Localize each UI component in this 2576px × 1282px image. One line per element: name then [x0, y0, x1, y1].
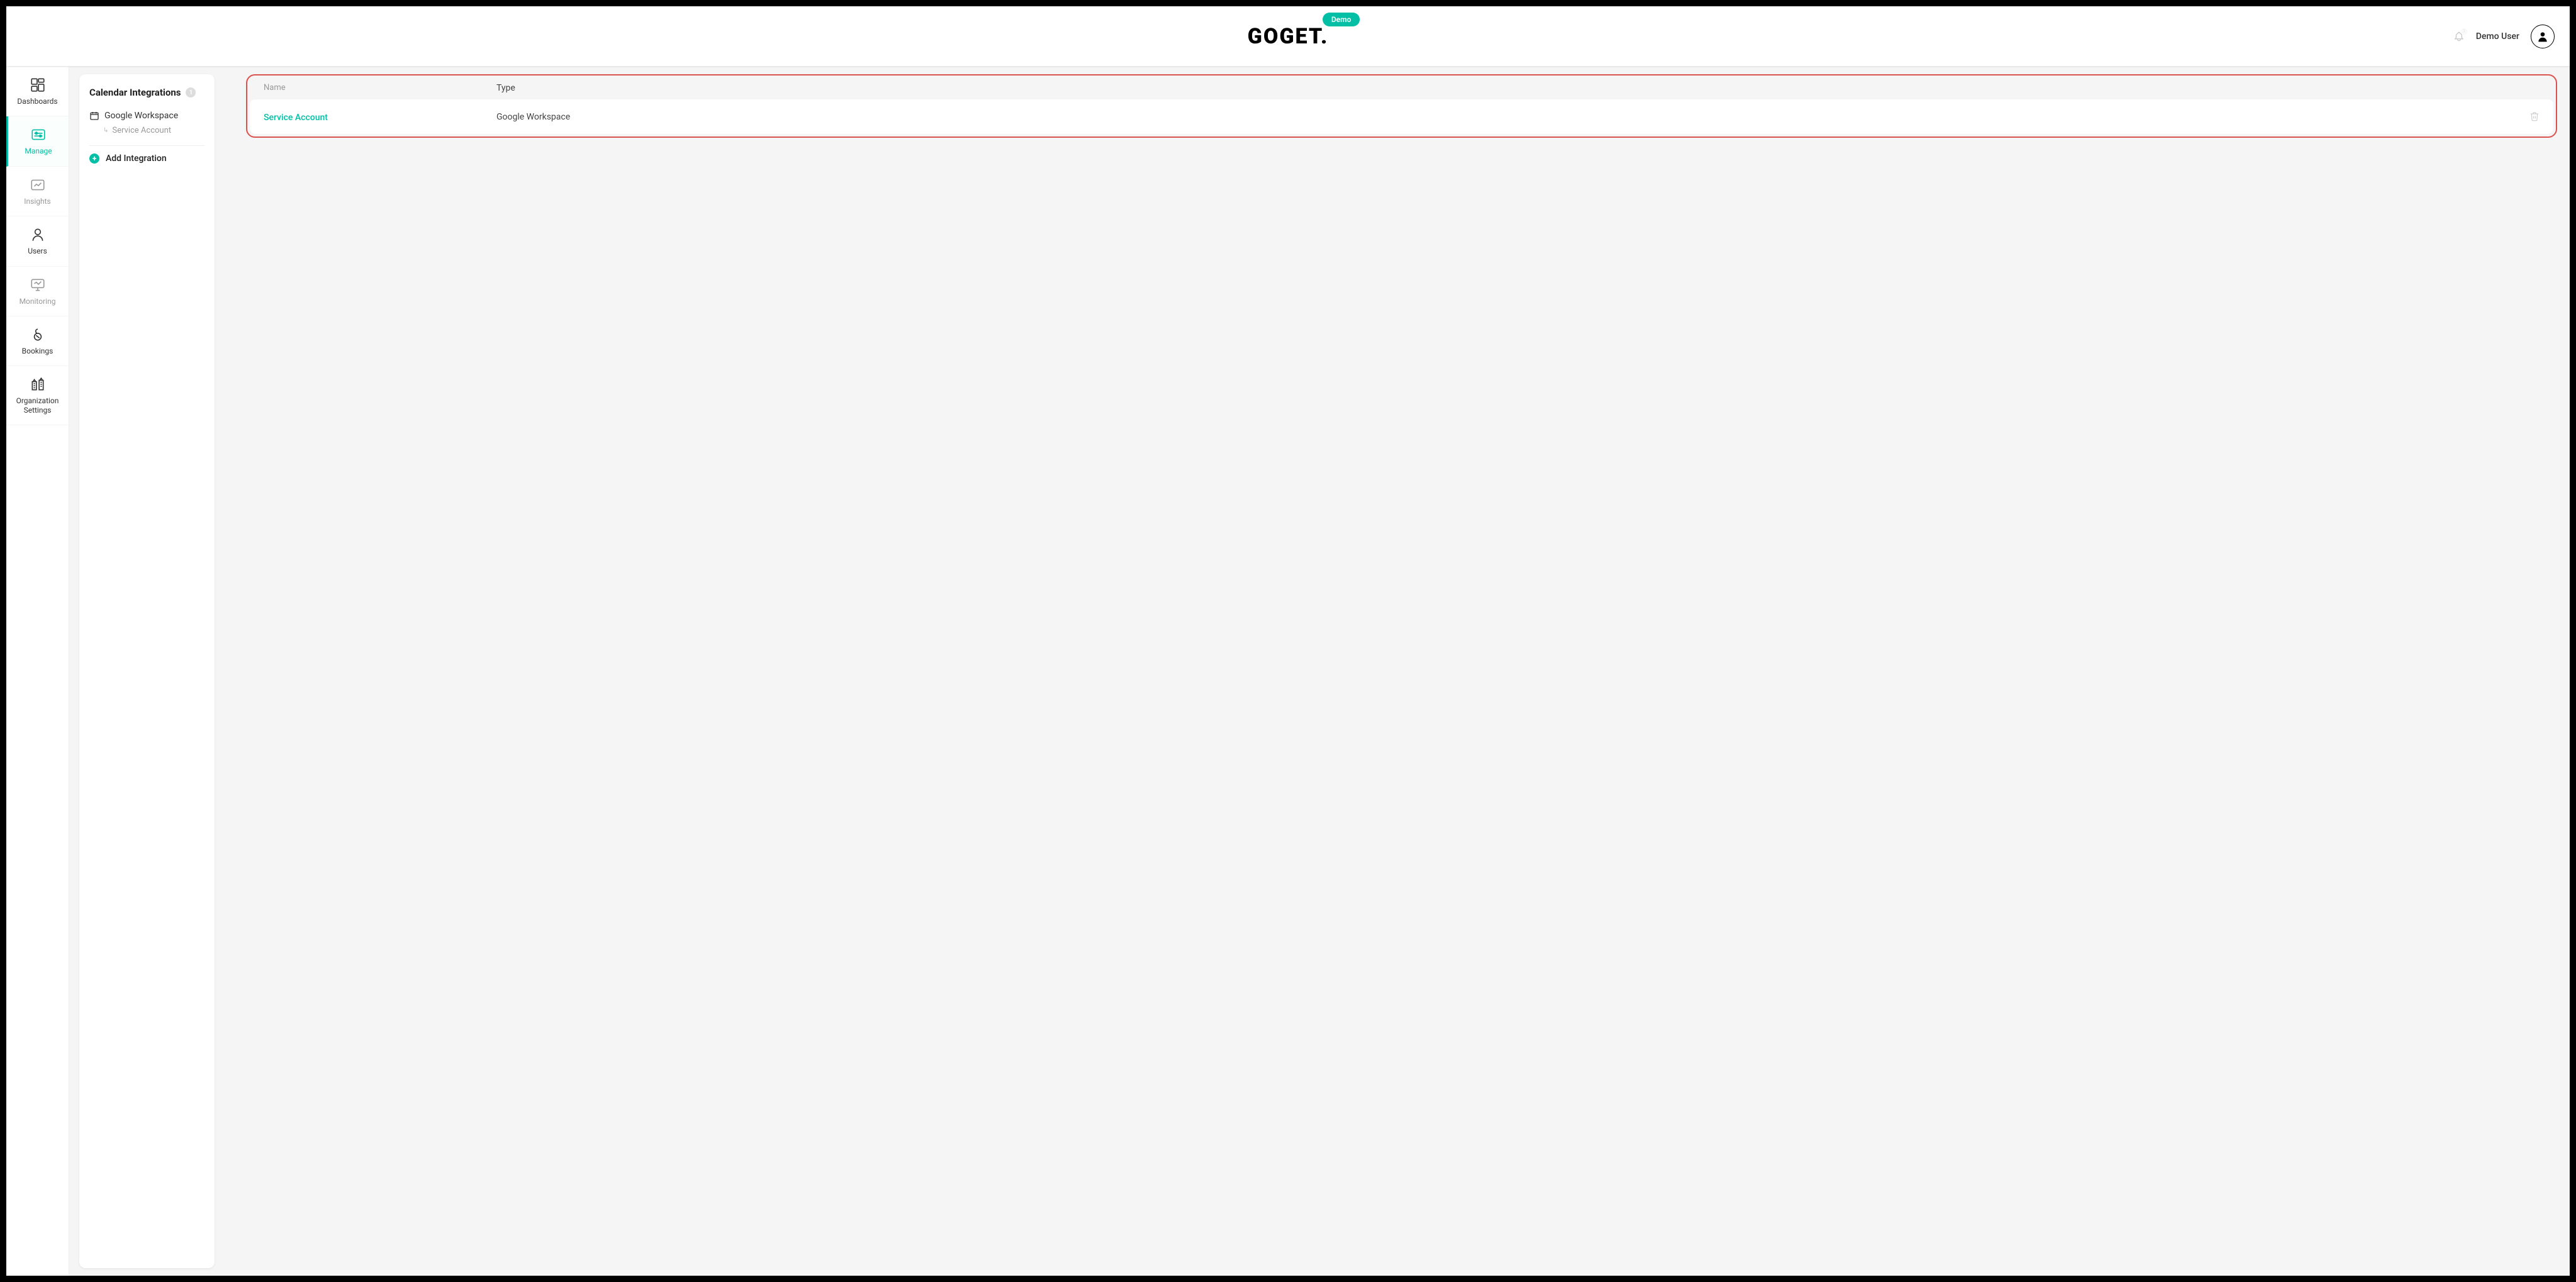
demo-badge: Demo: [1323, 13, 1360, 26]
main-content: Name Type Service Account Google Workspa…: [215, 67, 2570, 1276]
notification-bell-icon[interactable]: 3: [2453, 31, 2465, 42]
layout: Dashboards Manage Insights Users Monitor…: [6, 67, 2570, 1276]
sliders-icon: [30, 126, 47, 143]
avatar[interactable]: [2531, 25, 2555, 48]
nav-label: Insights: [24, 197, 50, 206]
monitor-icon: [30, 277, 46, 293]
sidebar-item-dashboards[interactable]: Dashboards: [6, 67, 69, 116]
buildings-icon: [30, 376, 46, 393]
nav-label: Dashboards: [17, 97, 57, 106]
app-header: GOGET. Demo 3 Demo User: [6, 6, 2570, 67]
sidebar-item-bookings[interactable]: Bookings: [6, 316, 69, 366]
plus-icon: +: [89, 153, 99, 164]
account-label: Service Account: [112, 126, 171, 135]
sidebar-item-org-settings[interactable]: Organization Settings: [6, 366, 69, 425]
nav-label: Users: [28, 247, 47, 255]
sidebar-item-monitoring[interactable]: Monitoring: [6, 267, 69, 316]
user-icon: [30, 226, 46, 243]
sidebar-nav: Dashboards Manage Insights Users Monitor…: [6, 67, 69, 1276]
user-name[interactable]: Demo User: [2476, 31, 2519, 42]
integration-name-link[interactable]: Service Account: [264, 113, 328, 123]
highlighted-card: Name Type Service Account Google Workspa…: [246, 74, 2557, 138]
add-label: Add Integration: [106, 153, 167, 164]
chart-icon: [30, 177, 46, 193]
column-header-name: Name: [264, 83, 496, 93]
integrations-panel: Calendar Integrations 1 Google Workspace…: [79, 74, 215, 1268]
panel-title-text: Calendar Integrations: [89, 87, 181, 98]
nav-label: Bookings: [22, 347, 53, 355]
nav-label: Organization Settings: [9, 396, 66, 415]
trash-icon[interactable]: [2529, 111, 2540, 123]
sub-arrow-icon: ↳: [103, 127, 108, 134]
add-integration-button[interactable]: + Add Integration: [89, 153, 204, 164]
nav-label: Manage: [25, 147, 52, 155]
logo-wrap: GOGET. Demo: [1248, 24, 1329, 49]
provider-label: Google Workspace: [104, 111, 178, 121]
nav-label: Monitoring: [20, 297, 56, 306]
notification-count-badge: 3: [2461, 28, 2467, 35]
calendar-icon: [89, 111, 99, 121]
integration-provider-item[interactable]: Google Workspace: [89, 108, 204, 123]
header-right: 3 Demo User: [2453, 25, 2555, 48]
bookings-icon: [30, 326, 46, 343]
integrations-table: Name Type Service Account Google Workspa…: [250, 78, 2553, 134]
integration-account-item[interactable]: ↳ Service Account: [89, 123, 204, 138]
column-header-type: Type: [496, 83, 2514, 93]
sidebar-item-insights[interactable]: Insights: [6, 167, 69, 216]
table-header: Name Type: [250, 78, 2553, 99]
integration-type-cell: Google Workspace: [496, 112, 2514, 122]
integration-count-badge: 1: [186, 87, 196, 98]
table-row: Service Account Google Workspace: [250, 99, 2553, 134]
divider: [89, 145, 204, 146]
dashboard-icon: [30, 77, 46, 93]
sidebar-item-manage[interactable]: Manage: [6, 116, 69, 166]
logo: GOGET.: [1248, 24, 1329, 49]
panel-title: Calendar Integrations 1: [89, 87, 204, 98]
sidebar-item-users[interactable]: Users: [6, 216, 69, 266]
